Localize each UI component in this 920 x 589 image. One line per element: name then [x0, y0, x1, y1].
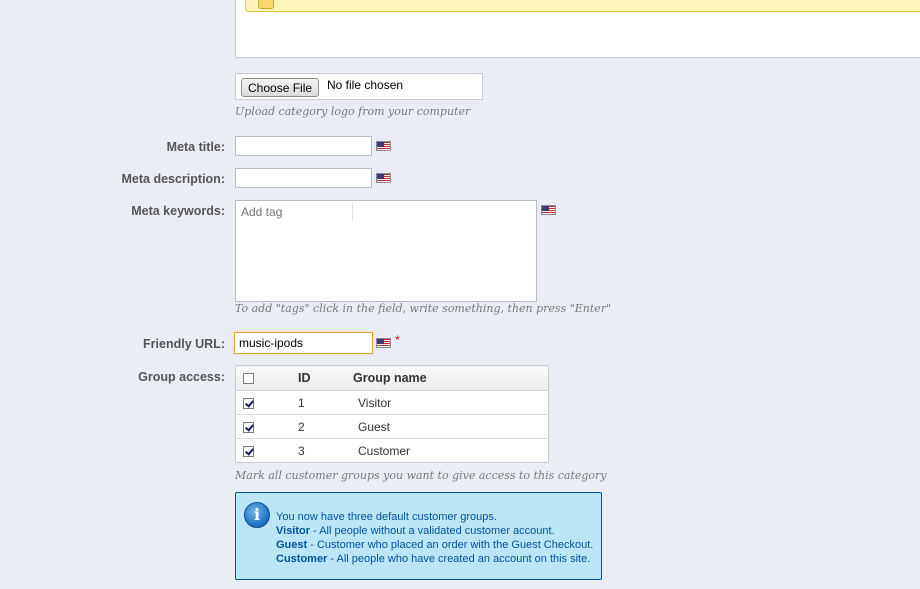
- group-access-label: Group access:: [138, 370, 225, 384]
- info-item-guest: Guest - Customer who placed an order wit…: [276, 539, 594, 551]
- us-flag-icon[interactable]: [376, 141, 391, 151]
- us-flag-icon[interactable]: [376, 338, 391, 348]
- us-flag-icon[interactable]: [541, 205, 556, 215]
- add-tag-input[interactable]: [238, 203, 353, 221]
- group-checkbox-guest[interactable]: [243, 421, 254, 433]
- group-name: Customer: [358, 443, 411, 458]
- friendly-url-input[interactable]: [234, 332, 373, 354]
- editor-warning-banner: [245, 0, 920, 12]
- group-name: Visitor: [353, 390, 549, 415]
- info-item-customer: Customer - All people who have created a…: [276, 553, 591, 565]
- warning-icon: [258, 0, 274, 9]
- info-intro: You now have three default customer grou…: [276, 511, 497, 523]
- group-id: 3: [298, 443, 305, 458]
- friendly-url-label: Friendly URL:: [143, 337, 225, 351]
- info-item-visitor: Visitor - All people without a validated…: [276, 525, 555, 537]
- meta-title-label: Meta title:: [166, 140, 225, 154]
- logo-upload-hint: Upload category logo from your computer: [235, 105, 471, 118]
- us-flag-icon[interactable]: [376, 173, 391, 183]
- logo-file-input[interactable]: Choose File No file chosen: [235, 73, 483, 100]
- table-row: 3 Customer: [236, 439, 549, 463]
- group-id: 1: [286, 390, 353, 415]
- required-marker: *: [395, 333, 400, 347]
- group-access-hint: Mark all customer groups you want to giv…: [235, 469, 607, 482]
- meta-keywords-hint: To add "tags" click in the field, write …: [235, 302, 612, 315]
- select-all-checkbox[interactable]: [243, 373, 254, 385]
- group-name: Guest: [353, 414, 549, 439]
- column-header-group-name: Group name: [353, 365, 549, 391]
- meta-keywords-label: Meta keywords:: [131, 204, 225, 218]
- group-id: 2: [286, 414, 353, 439]
- group-checkbox-visitor[interactable]: [243, 397, 254, 409]
- meta-description-label: Meta description:: [121, 172, 226, 186]
- column-header-id: ID: [286, 365, 353, 391]
- group-checkbox-customer[interactable]: [243, 445, 254, 457]
- customer-groups-info-box: i You now have three default customer gr…: [235, 492, 602, 580]
- group-access-table: ID Group name 1 Visitor 2 Guest 3 Custom…: [235, 365, 549, 463]
- meta-description-input[interactable]: [235, 168, 372, 188]
- table-header-row: ID Group name: [235, 365, 549, 391]
- info-icon: i: [244, 502, 270, 528]
- file-status: No file chosen: [327, 78, 404, 92]
- meta-keywords-tag-field[interactable]: [235, 200, 537, 302]
- choose-file-button[interactable]: Choose File: [241, 78, 320, 97]
- meta-title-input[interactable]: [235, 136, 372, 156]
- table-row: 1 Visitor: [235, 390, 549, 415]
- table-row: 2 Guest: [235, 414, 549, 439]
